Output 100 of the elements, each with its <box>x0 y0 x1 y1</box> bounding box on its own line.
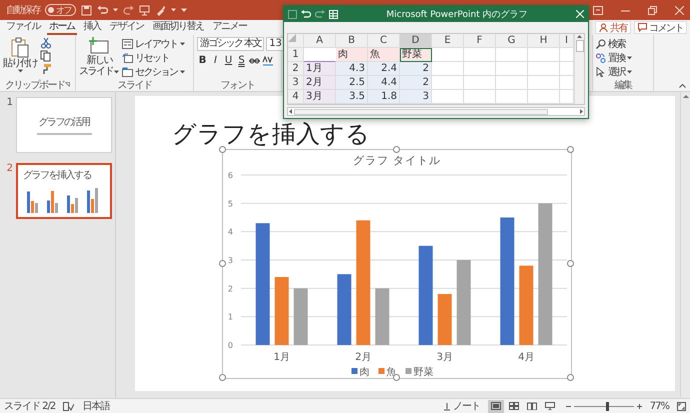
ribbon-tab[interactable]: アニメー <box>210 21 248 35</box>
chart-frame[interactable]: グラフ タイトル 0 1 2 3 4 5 6 1月 2月 3月 4月 肉 魚 野菜 <box>222 149 572 379</box>
text-style-button[interactable]: U <box>223 54 234 67</box>
language-indicator[interactable]: 日本語 <box>82 399 110 413</box>
fit-to-window-icon[interactable] <box>677 402 686 410</box>
resize-handle[interactable] <box>219 374 226 381</box>
column-header[interactable]: D <box>400 34 432 48</box>
table-cell[interactable]: 肉 <box>336 48 368 62</box>
replace-button[interactable]: 置換 <box>596 51 650 64</box>
row-header[interactable]: 2 <box>288 62 304 76</box>
scrollbar-thumb[interactable] <box>576 40 584 52</box>
empty-cell[interactable] <box>496 48 528 62</box>
ribbon-tab[interactable]: デザイン <box>108 21 146 35</box>
row-header[interactable]: 4 <box>288 90 304 104</box>
undo-icon[interactable] <box>301 10 311 19</box>
strikethrough-icon[interactable] <box>249 56 260 66</box>
ribbon-tab[interactable]: 画面切り替え <box>150 21 206 35</box>
table-cell[interactable]: 4.3 <box>336 62 368 76</box>
column-header[interactable]: H <box>528 34 560 48</box>
row-header[interactable]: 1 <box>288 48 304 62</box>
vertical-scrollbar[interactable] <box>680 92 690 398</box>
reset-button[interactable]: リセット <box>122 51 184 64</box>
empty-cell[interactable] <box>528 90 560 104</box>
table-cell[interactable]: 野菜 <box>400 48 432 62</box>
select-all-corner[interactable] <box>288 34 304 48</box>
table-cell[interactable]: 1月 <box>304 62 336 76</box>
column-header[interactable]: I <box>560 34 574 48</box>
slide-thumbnail[interactable]: グラフの活用 <box>16 97 112 153</box>
resize-handle[interactable] <box>567 146 574 153</box>
table-cell[interactable]: 3月 <box>304 90 336 104</box>
column-header[interactable]: E <box>432 34 464 48</box>
collapse-ribbon-icon[interactable] <box>679 83 686 88</box>
share-button[interactable]: 共有 <box>595 21 631 34</box>
dialog-launcher-icon[interactable] <box>65 82 70 87</box>
resize-handle[interactable] <box>567 374 574 381</box>
redo-icon[interactable] <box>123 4 134 16</box>
text-style-button[interactable]: S <box>236 54 247 67</box>
select-button[interactable]: 選択 <box>596 65 650 78</box>
layout-button[interactable]: レイアウト <box>122 37 184 50</box>
zoom-in-icon[interactable] <box>636 404 642 408</box>
resize-handle[interactable] <box>219 260 226 267</box>
search-button[interactable]: 検索 <box>596 37 650 50</box>
table-cell[interactable]: 4.4 <box>368 76 400 90</box>
view-button[interactable] <box>488 400 504 412</box>
table-cell[interactable]: 3.5 <box>336 90 368 104</box>
text-style-button[interactable]: B <box>197 54 208 67</box>
empty-cell[interactable] <box>528 62 560 76</box>
empty-cell[interactable] <box>496 76 528 90</box>
vertical-scrollbar[interactable] <box>574 34 584 104</box>
spreadsheet-icon[interactable] <box>329 10 338 19</box>
paste-button[interactable]: 貼り付け <box>3 37 37 78</box>
table-cell[interactable]: 3 <box>400 90 432 104</box>
new-slide-button[interactable]: 新しい スライド <box>79 37 119 78</box>
table-cell[interactable]: 2 <box>400 76 432 90</box>
close-button[interactable] <box>576 10 584 18</box>
comment-button[interactable]: コメント <box>634 21 687 34</box>
more-icon[interactable] <box>181 7 187 13</box>
horizontal-scrollbar[interactable] <box>287 107 585 116</box>
font-name-field[interactable]: 游ゴシック 本文 <box>197 37 264 51</box>
empty-cell[interactable] <box>496 90 528 104</box>
table-cell[interactable]: 2 <box>400 62 432 76</box>
notes-button[interactable]: ノート <box>442 399 480 413</box>
resize-handle[interactable] <box>219 146 226 153</box>
row-header[interactable]: 3 <box>288 76 304 90</box>
resize-handle[interactable] <box>393 374 400 381</box>
redo-icon[interactable] <box>315 10 325 19</box>
ribbon-tab[interactable]: 挿入 <box>82 21 102 35</box>
spell-check-icon[interactable] <box>63 402 74 410</box>
empty-cell[interactable] <box>528 48 560 62</box>
scroll-up-icon[interactable] <box>682 94 688 98</box>
table-cell[interactable]: 魚 <box>368 48 400 62</box>
column-header[interactable]: A <box>304 34 336 48</box>
save-icon[interactable] <box>288 10 297 19</box>
column-header[interactable]: C <box>368 34 400 48</box>
zoom-out-icon[interactable] <box>566 404 571 408</box>
column-header[interactable]: B <box>336 34 368 48</box>
section-button[interactable]: セクション <box>122 65 184 78</box>
presenter-icon[interactable] <box>139 4 150 16</box>
ribbon-tab[interactable]: ファイル <box>4 21 42 35</box>
resize-handle[interactable] <box>393 146 400 153</box>
column-header[interactable]: F <box>464 34 496 48</box>
resize-handle[interactable] <box>567 260 574 267</box>
brush-icon[interactable] <box>155 4 166 16</box>
cut-icon[interactable] <box>40 37 52 49</box>
text-style-button[interactable]: I <box>210 54 221 67</box>
empty-cell[interactable] <box>464 48 496 62</box>
autosave-toggle[interactable]: オフ <box>45 4 76 16</box>
zoom-slider-thumb[interactable] <box>606 402 609 410</box>
column-header[interactable]: G <box>496 34 528 48</box>
scrollbar-thumb[interactable] <box>294 108 548 115</box>
slide-thumbnail[interactable]: グラフを挿入する <box>16 163 112 219</box>
table-cell[interactable]: 2.5 <box>336 76 368 90</box>
table-cell[interactable]: 1.8 <box>368 90 400 104</box>
character-spacing-icon[interactable] <box>262 56 274 66</box>
empty-cell[interactable] <box>464 76 496 90</box>
undo-icon[interactable] <box>97 4 108 16</box>
empty-cell[interactable] <box>464 90 496 104</box>
empty-cell[interactable] <box>496 62 528 76</box>
empty-cell[interactable] <box>464 62 496 76</box>
table-cell[interactable]: 2.4 <box>368 62 400 76</box>
